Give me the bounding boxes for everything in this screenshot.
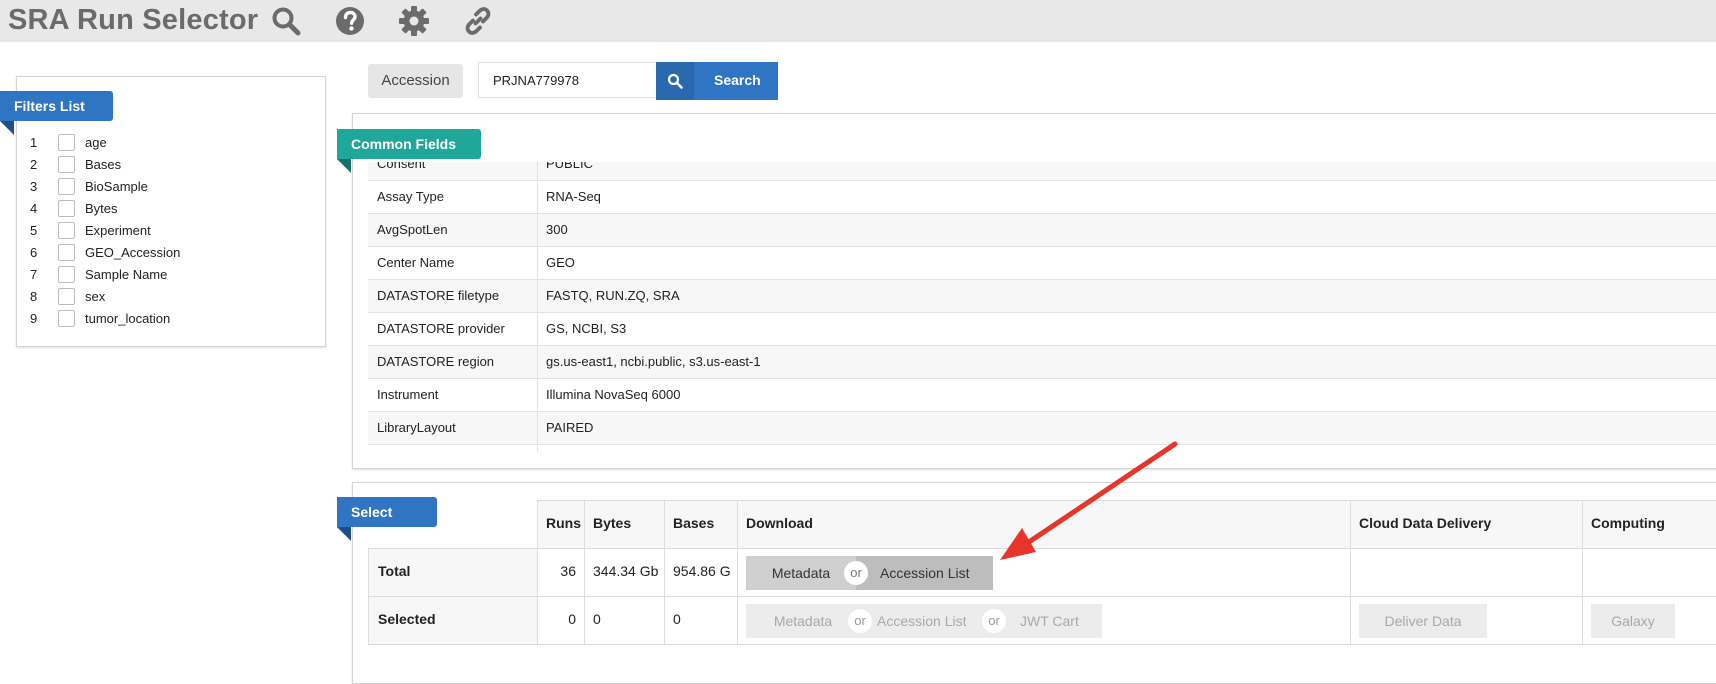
- annotation-arrow-icon: [1000, 441, 1178, 560]
